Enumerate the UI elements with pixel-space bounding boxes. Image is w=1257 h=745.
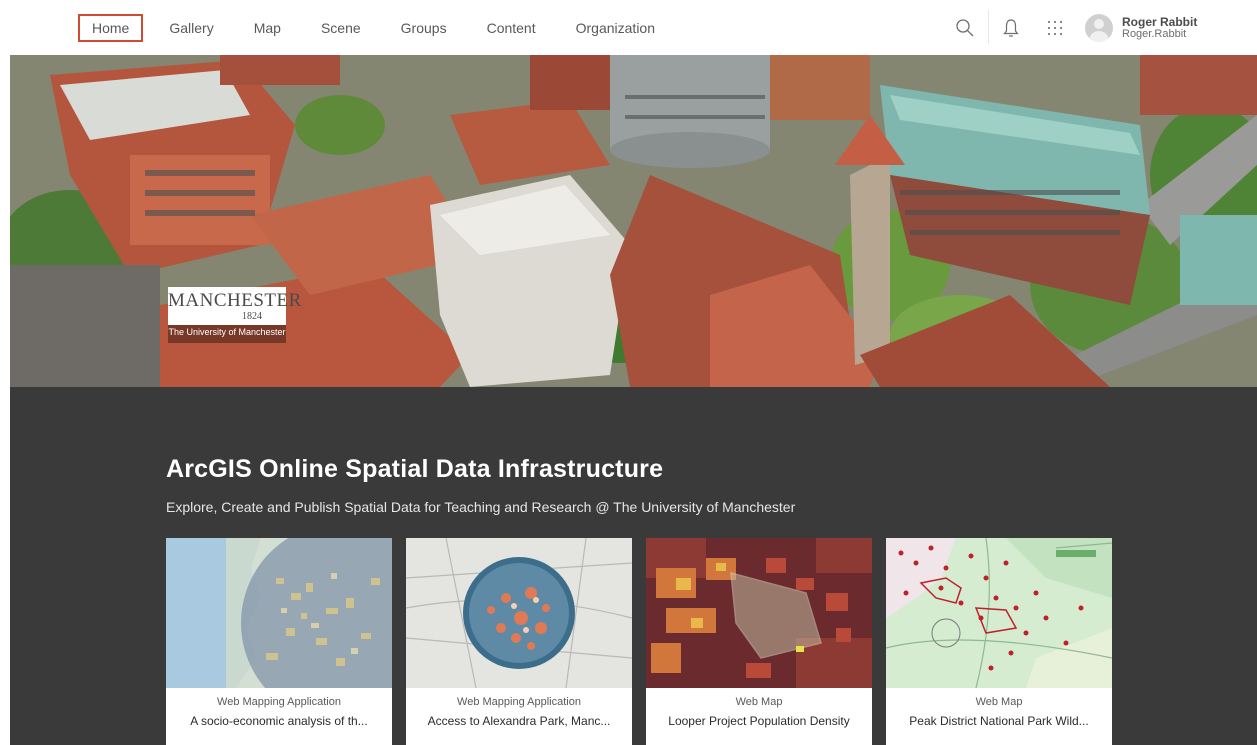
- card-thumbnail: [406, 538, 632, 688]
- banner-image: MANCHESTER 1824 The University of Manche…: [10, 55, 1257, 387]
- card-title[interactable]: Access to Alexandra Park, Manc...: [406, 714, 632, 728]
- gallery-card-socio-economic[interactable]: Web Mapping Application A socio-economic…: [166, 538, 392, 745]
- card-thumbnail: [646, 538, 872, 688]
- user-menu[interactable]: Roger Rabbit Roger.Rabbit: [1085, 13, 1197, 43]
- bell-icon[interactable]: [1001, 18, 1021, 38]
- gallery-card-peak-district[interactable]: Web Map Peak District National Park Wild…: [886, 538, 1112, 745]
- logo-year: 1824: [242, 311, 262, 322]
- app-launcher-icon[interactable]: [1045, 18, 1065, 38]
- user-login: Roger.Rabbit: [1122, 28, 1187, 40]
- avatar: [1085, 14, 1113, 42]
- gallery-card-population-density[interactable]: Web Map Looper Project Population Densit…: [646, 538, 872, 745]
- nav-scene[interactable]: Scene: [307, 14, 375, 42]
- card-type: Web Mapping Application: [457, 696, 581, 708]
- card-thumbnail: [886, 538, 1112, 688]
- nav-map[interactable]: Map: [240, 14, 295, 42]
- nav-divider: [988, 10, 989, 44]
- user-name: Roger Rabbit: [1122, 15, 1198, 29]
- page-subtitle: Explore, Create and Publish Spatial Data…: [166, 499, 796, 515]
- university-logo: MANCHESTER 1824 The University of Manche…: [168, 287, 302, 343]
- nav-organization[interactable]: Organization: [562, 14, 669, 42]
- nav-groups[interactable]: Groups: [387, 14, 461, 42]
- top-navigation: Home Gallery Map Scene Groups Content Or…: [0, 0, 1257, 55]
- gallery-card-alexandra-park[interactable]: Web Mapping Application Access to Alexan…: [406, 538, 632, 745]
- nav-utilities: Roger Rabbit Roger.Rabbit: [937, 0, 1257, 55]
- logo-wordmark: MANCHESTER: [168, 290, 302, 311]
- nav-gallery[interactable]: Gallery: [155, 14, 227, 42]
- nav-content[interactable]: Content: [473, 14, 550, 42]
- search-icon[interactable]: [955, 18, 975, 38]
- card-title[interactable]: Looper Project Population Density: [646, 714, 872, 728]
- nav-links: Home Gallery Map Scene Groups Content Or…: [78, 0, 681, 55]
- card-thumbnail: [166, 538, 392, 688]
- logo-subtitle: The University of Manchester: [168, 327, 286, 337]
- card-title[interactable]: Peak District National Park Wild...: [886, 714, 1112, 728]
- card-type: Web Mapping Application: [217, 696, 341, 708]
- card-type: Web Map: [735, 696, 783, 708]
- nav-home[interactable]: Home: [78, 13, 144, 42]
- card-type: Web Map: [975, 696, 1023, 708]
- main-content: ArcGIS Online Spatial Data Infrastructur…: [10, 387, 1257, 745]
- page-title: ArcGIS Online Spatial Data Infrastructur…: [166, 455, 664, 483]
- card-title[interactable]: A socio-economic analysis of th...: [166, 714, 392, 728]
